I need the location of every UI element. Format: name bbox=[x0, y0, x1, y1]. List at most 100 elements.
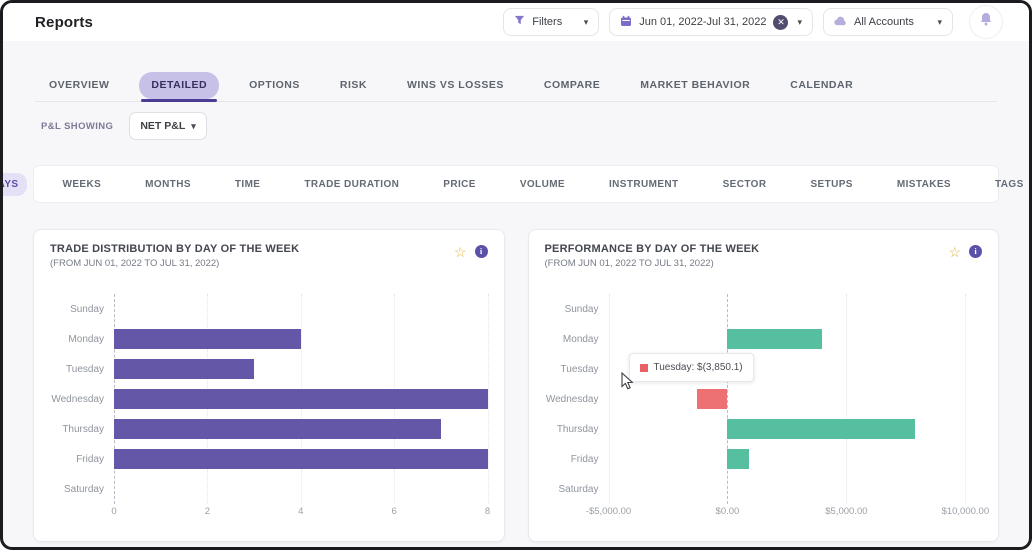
y-label: Wednesday bbox=[545, 394, 609, 405]
chevron-down-icon: ▾ bbox=[191, 121, 196, 132]
tab-overview[interactable]: OVERVIEW bbox=[39, 71, 119, 101]
row-plot bbox=[609, 324, 983, 354]
filters-dropdown[interactable]: Filters ▾ bbox=[503, 8, 599, 36]
y-label: Saturday bbox=[50, 484, 114, 495]
chart-title: TRADE DISTRIBUTION BY DAY OF THE WEEK bbox=[50, 243, 299, 255]
chart-row-saturday: Saturday bbox=[545, 474, 983, 504]
bar-monday[interactable] bbox=[727, 329, 821, 349]
top-bar: Reports Filters ▾ Jun 01, 2022-Jul 31, 2… bbox=[3, 3, 1029, 41]
x-tick-label: $10,000.00 bbox=[942, 506, 990, 517]
chart-row-wednesday: Wednesday bbox=[50, 384, 488, 414]
filter-item-price[interactable]: PRICE bbox=[434, 173, 485, 196]
account-icon bbox=[834, 16, 847, 29]
filter-item-months[interactable]: MONTHS bbox=[136, 173, 200, 196]
filter-item-instrument[interactable]: INSTRUMENT bbox=[600, 173, 688, 196]
row-plot bbox=[609, 384, 983, 414]
tab-risk[interactable]: RISK bbox=[330, 71, 377, 101]
chart-row-saturday: Saturday bbox=[50, 474, 488, 504]
filter-item-mistakes[interactable]: MISTAKES bbox=[888, 173, 960, 196]
filter-item-time[interactable]: TIME bbox=[226, 173, 270, 196]
info-icon[interactable]: i bbox=[475, 245, 488, 258]
bar-wednesday[interactable] bbox=[697, 389, 727, 409]
x-tick-label: 0 bbox=[111, 506, 116, 517]
row-plot bbox=[114, 294, 488, 324]
bar-thursday[interactable] bbox=[114, 419, 441, 439]
chart-plot: SundayMondayTuesdayWednesdayThursdayFrid… bbox=[545, 294, 983, 530]
performance-card: PERFORMANCE BY DAY OF THE WEEK (FROM JUN… bbox=[528, 229, 1000, 542]
x-tick-label: 6 bbox=[391, 506, 396, 517]
x-tick-label: $5,000.00 bbox=[825, 506, 867, 517]
chart-rows: SundayMondayTuesdayWednesdayThursdayFrid… bbox=[50, 294, 488, 504]
chart-row-sunday: Sunday bbox=[50, 294, 488, 324]
bar-friday[interactable] bbox=[114, 449, 488, 469]
row-plot bbox=[114, 414, 488, 444]
accounts-dropdown[interactable]: All Accounts ▾ bbox=[823, 8, 953, 36]
tab-compare[interactable]: COMPARE bbox=[534, 71, 610, 101]
y-label: Sunday bbox=[545, 304, 609, 315]
row-plot bbox=[609, 444, 983, 474]
chart-row-tuesday: Tuesday bbox=[545, 354, 983, 384]
notifications-button[interactable] bbox=[969, 5, 1003, 39]
chart-row-thursday: Thursday bbox=[545, 414, 983, 444]
star-icon[interactable]: ☆ bbox=[948, 245, 961, 259]
chart-row-monday: Monday bbox=[50, 324, 488, 354]
tab-wins-vs-losses[interactable]: WINS VS LOSSES bbox=[397, 71, 514, 101]
close-icon[interactable]: ✕ bbox=[773, 15, 788, 30]
top-bar-controls: Filters ▾ Jun 01, 2022-Jul 31, 2022 ✕ ▾ … bbox=[503, 5, 1003, 39]
y-label: Tuesday bbox=[545, 364, 609, 375]
tab-market-behavior[interactable]: MARKET BEHAVIOR bbox=[630, 71, 760, 101]
chart-title: PERFORMANCE BY DAY OF THE WEEK bbox=[545, 243, 760, 255]
chart-tooltip: Tuesday: $(3,850.1) bbox=[629, 353, 754, 382]
app-window: Reports Filters ▾ Jun 01, 2022-Jul 31, 2… bbox=[0, 0, 1032, 550]
info-icon[interactable]: i bbox=[969, 245, 982, 258]
y-label: Tuesday bbox=[50, 364, 114, 375]
bar-wednesday[interactable] bbox=[114, 389, 488, 409]
chart-row-monday: Monday bbox=[545, 324, 983, 354]
charts-row: TRADE DISTRIBUTION BY DAY OF THE WEEK (F… bbox=[33, 229, 999, 542]
x-tick-label: 8 bbox=[485, 506, 490, 517]
tab-detailed[interactable]: DETAILED bbox=[139, 72, 219, 99]
x-tick-label: 4 bbox=[298, 506, 303, 517]
row-plot bbox=[114, 354, 488, 384]
card-header: PERFORMANCE BY DAY OF THE WEEK (FROM JUN… bbox=[529, 230, 999, 269]
filter-item-days[interactable]: DAYS bbox=[0, 173, 27, 196]
filter-item-setups[interactable]: SETUPS bbox=[801, 173, 861, 196]
bar-thursday[interactable] bbox=[727, 419, 915, 439]
y-label: Sunday bbox=[50, 304, 114, 315]
row-plot bbox=[114, 384, 488, 414]
filter-item-sector[interactable]: SECTOR bbox=[714, 173, 776, 196]
trade-distribution-card: TRADE DISTRIBUTION BY DAY OF THE WEEK (F… bbox=[33, 229, 505, 542]
filter-item-weeks[interactable]: WEEKS bbox=[53, 173, 110, 196]
filter-item-volume[interactable]: VOLUME bbox=[511, 173, 574, 196]
mouse-cursor-icon bbox=[621, 372, 634, 395]
chevron-down-icon: ▾ bbox=[937, 17, 942, 28]
pnl-showing-label: P&L SHOWING bbox=[41, 121, 113, 132]
accounts-label: All Accounts bbox=[854, 16, 914, 28]
chart-plot: SundayMondayTuesdayWednesdayThursdayFrid… bbox=[50, 294, 488, 530]
bar-monday[interactable] bbox=[114, 329, 301, 349]
date-range-picker[interactable]: Jun 01, 2022-Jul 31, 2022 ✕ ▾ bbox=[609, 8, 813, 36]
y-label: Wednesday bbox=[50, 394, 114, 405]
row-plot bbox=[609, 474, 983, 504]
filter-bar: FILTER BY: DAYSWEEKSMONTHSTIMETRADE DURA… bbox=[33, 165, 999, 203]
bar-tuesday[interactable] bbox=[114, 359, 254, 379]
chart-row-friday: Friday bbox=[50, 444, 488, 474]
pnl-type-dropdown[interactable]: NET P&L ▾ bbox=[129, 112, 206, 140]
filter-item-trade-duration[interactable]: TRADE DURATION bbox=[295, 173, 408, 196]
calendar-icon bbox=[620, 15, 632, 30]
tab-options[interactable]: OPTIONS bbox=[239, 71, 310, 101]
tab-calendar[interactable]: CALENDAR bbox=[780, 71, 863, 101]
chevron-down-icon: ▾ bbox=[584, 17, 589, 28]
chart-subtitle: (FROM JUN 01, 2022 TO JUL 31, 2022) bbox=[545, 258, 760, 269]
bell-icon bbox=[979, 12, 993, 32]
bar-friday[interactable] bbox=[727, 449, 748, 469]
star-icon[interactable]: ☆ bbox=[454, 245, 467, 259]
gridline bbox=[488, 294, 489, 504]
funnel-icon bbox=[514, 15, 525, 29]
filter-items: DAYS WEEKS MONTHS TIME TRADE DURATION PRICE VO… bbox=[0, 173, 1032, 196]
chart-subtitle: (FROM JUN 01, 2022 TO JUL 31, 2022) bbox=[50, 258, 299, 269]
page-content: OVERVIEW DETAILED OPTIONS RISK WINS VS LOSSE… bbox=[3, 41, 1029, 542]
filter-item-tags[interactable]: TAGS bbox=[986, 173, 1032, 196]
tabs: OVERVIEW DETAILED OPTIONS RISK WINS VS LOSSE… bbox=[35, 71, 997, 102]
chart-x-axis: 02468 bbox=[114, 506, 488, 522]
